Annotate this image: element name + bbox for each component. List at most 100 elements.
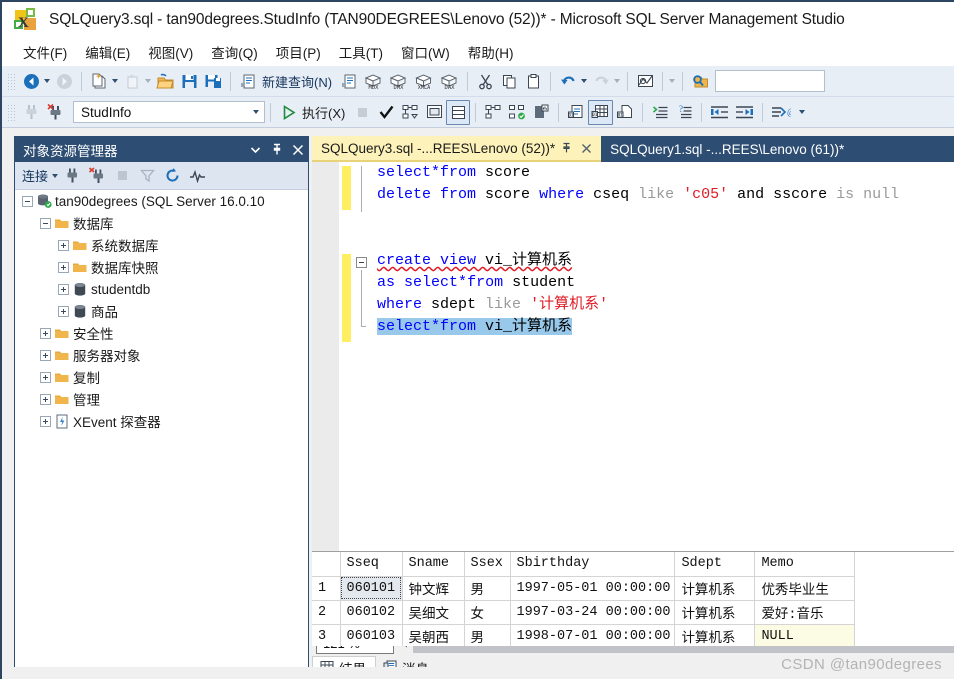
cell-ssex[interactable]: 女	[464, 600, 511, 625]
cell-sseq[interactable]: 060101	[340, 576, 403, 601]
cell-sname[interactable]: 钟文辉	[402, 576, 465, 601]
navigate-back-dropdown-icon[interactable]	[44, 79, 50, 83]
cell-sbirthday[interactable]: 1997-05-01 00:00:00	[510, 576, 676, 601]
expand-icon[interactable]	[39, 393, 52, 406]
tree-node-xevent-profiler[interactable]: XEvent 探查器	[15, 410, 308, 432]
quick-search-input[interactable]	[715, 70, 826, 92]
code-line[interactable]: create view vi_计算机系	[371, 250, 954, 272]
uncomment-lines-button[interactable]: ?	[672, 100, 696, 125]
expand-icon[interactable]	[57, 305, 70, 318]
column-header-ssex[interactable]: Ssex	[464, 552, 511, 577]
redo-dropdown-icon[interactable]	[614, 79, 621, 83]
menu-file[interactable]: 文件(F)	[14, 39, 76, 65]
column-header-sbirthday[interactable]: Sbirthday	[510, 552, 676, 577]
specify-values-for-template-parameters-button[interactable]: @	[768, 100, 793, 125]
open-file-button[interactable]	[153, 69, 177, 94]
tree-node-studentdb[interactable]: studentdb	[15, 278, 308, 300]
tab-sqlquery3[interactable]: SQLQuery3.sql -...REES\Lenovo (52))*	[312, 136, 602, 162]
new-mdx-query-button[interactable]: MDX	[361, 69, 386, 94]
menu-window[interactable]: 窗口(W)	[392, 39, 459, 65]
expand-icon[interactable]	[39, 415, 52, 428]
cell-ssex[interactable]: 男	[464, 624, 511, 646]
filter-icon[interactable]	[135, 164, 160, 187]
cell-memo[interactable]: NULL	[754, 624, 856, 646]
connect-dropdown-icon[interactable]	[52, 173, 59, 178]
toolbar-overflow-icon[interactable]	[799, 110, 806, 114]
refresh-icon[interactable]	[160, 164, 185, 187]
redo-button[interactable]	[589, 69, 613, 94]
column-header-memo[interactable]: Memo	[754, 552, 856, 577]
new-xmla-query-button[interactable]: XMLA	[411, 69, 437, 94]
decrease-indent-button[interactable]	[707, 100, 732, 125]
row-number[interactable]: 3	[312, 624, 341, 646]
code-line[interactable]	[371, 228, 954, 250]
cell-sseq[interactable]: 060103	[340, 624, 403, 646]
include-client-statistics-button[interactable]	[529, 100, 553, 125]
comment-lines-button[interactable]	[648, 100, 672, 125]
code-line[interactable]: select*from vi_计算机系	[371, 316, 954, 338]
expand-icon[interactable]	[39, 349, 52, 362]
table-row[interactable]: 3 060103 吴朝西 男 1998-07-01 00:00:00 计算机系 …	[312, 624, 856, 646]
menu-edit[interactable]: 编辑(E)	[76, 39, 139, 65]
tree-node-shangpin[interactable]: 商品	[15, 300, 308, 322]
code-line[interactable]: delete from score where cseq like 'c05' …	[371, 184, 954, 206]
column-header-sname[interactable]: Sname	[402, 552, 465, 577]
tree-node-server[interactable]: tan90degrees (SQL Server 16.0.10	[15, 190, 308, 212]
chevron-down-icon[interactable]	[247, 110, 264, 114]
include-actual-execution-plan-button[interactable]	[481, 100, 505, 125]
code-line[interactable]: as select*from student	[371, 272, 954, 294]
expand-icon[interactable]	[57, 261, 70, 274]
disconnect-button[interactable]	[19, 100, 43, 125]
undo-dropdown-icon[interactable]	[581, 79, 588, 83]
menu-tools[interactable]: 工具(T)	[330, 39, 392, 65]
column-header-sdept[interactable]: Sdept	[674, 552, 756, 577]
tree-node-system-databases[interactable]: 系统数据库	[15, 234, 308, 256]
disconnect-icon[interactable]	[85, 164, 110, 187]
expand-icon[interactable]	[57, 283, 70, 296]
tree-node-replication[interactable]: 复制	[15, 366, 308, 388]
results-to-grid-button[interactable]	[446, 99, 471, 125]
auto-hide-pin-icon[interactable]	[266, 140, 287, 160]
collapse-icon[interactable]	[39, 217, 52, 230]
connect-icon[interactable]	[60, 164, 85, 187]
stop-button[interactable]	[350, 100, 374, 125]
object-explorer-tree[interactable]: tan90degrees (SQL Server 16.0.10 数据库 系统数…	[15, 190, 308, 668]
database-combo[interactable]: StudInfo	[73, 101, 265, 123]
tree-node-security[interactable]: 安全性	[15, 322, 308, 344]
parse-button[interactable]	[374, 100, 398, 125]
stop-icon[interactable]	[110, 164, 135, 187]
tree-node-management[interactable]: 管理	[15, 388, 308, 410]
cell-sname[interactable]: 吴细文	[402, 600, 465, 625]
table-row[interactable]: 2 060102 吴细文 女 1997-03-24 00:00:00 计算机系 …	[312, 600, 856, 625]
display-estimated-execution-plan-button[interactable]	[398, 100, 422, 125]
close-icon[interactable]	[287, 140, 308, 160]
activity-monitor-icon[interactable]	[185, 164, 210, 187]
menu-query[interactable]: 查询(Q)	[202, 39, 267, 65]
collapse-icon[interactable]	[21, 195, 34, 208]
tree-node-databases[interactable]: 数据库	[15, 212, 308, 234]
tab-sqlquery1[interactable]: SQLQuery1.sql -...REES\Lenovo (61))*	[601, 136, 851, 162]
code-line[interactable]: where sdept like '计算机系'	[371, 294, 954, 316]
expand-icon[interactable]	[57, 239, 70, 252]
cell-sbirthday[interactable]: 1998-07-01 00:00:00	[510, 624, 676, 646]
find-in-files-button[interactable]	[688, 69, 712, 94]
cell-memo[interactable]: 爱好:音乐	[754, 600, 856, 625]
toolbar-grip[interactable]	[7, 102, 16, 122]
menu-view[interactable]: 视图(V)	[139, 39, 202, 65]
include-live-query-statistics-button[interactable]	[505, 100, 529, 125]
new-dmx-query-button[interactable]: DMX	[386, 69, 411, 94]
connect-label[interactable]: 连接	[22, 166, 48, 185]
row-number[interactable]: 1	[312, 576, 341, 601]
save-all-button[interactable]	[201, 69, 225, 94]
toolbar-overflow-icon[interactable]	[669, 79, 676, 83]
cell-sdept[interactable]: 计算机系	[674, 624, 756, 646]
paste-button[interactable]	[521, 69, 545, 94]
pin-icon[interactable]	[558, 142, 575, 154]
navigate-back-button[interactable]	[19, 69, 43, 94]
add-new-item-button[interactable]	[120, 69, 144, 94]
code-line[interactable]	[371, 206, 954, 228]
new-query-button[interactable]	[236, 69, 260, 94]
expand-icon[interactable]	[39, 327, 52, 340]
change-connection-button[interactable]	[43, 100, 67, 125]
query-options-button[interactable]	[422, 100, 446, 125]
